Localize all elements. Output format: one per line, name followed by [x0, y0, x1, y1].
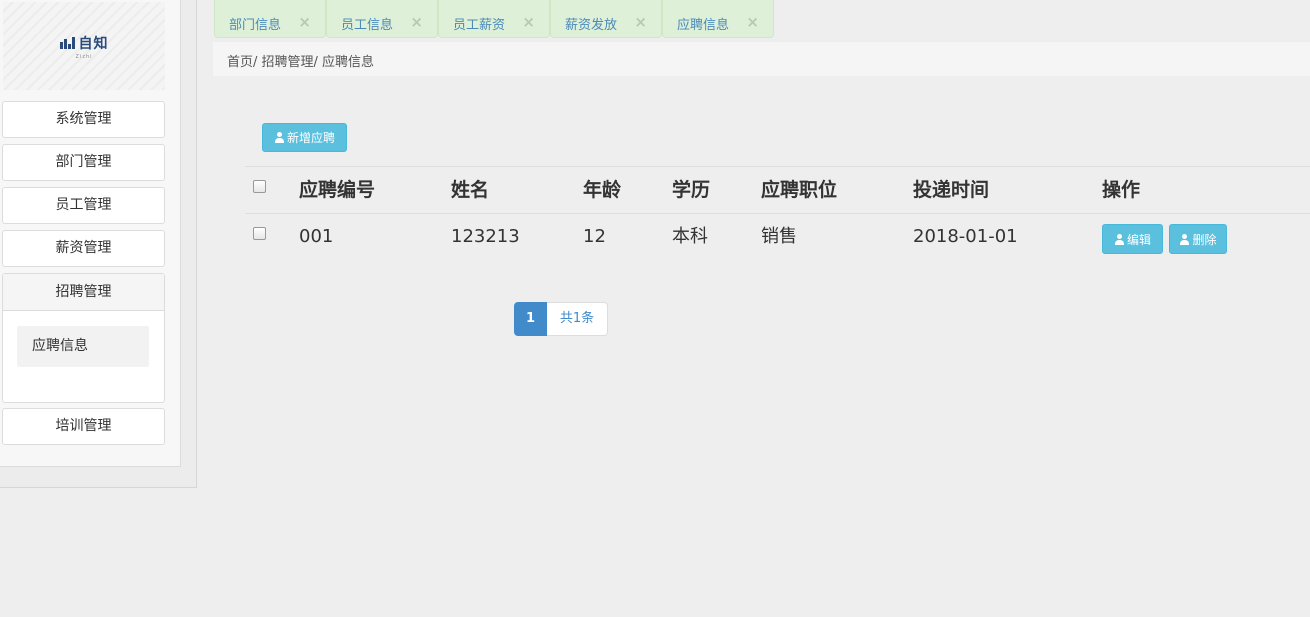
tab-employee-salary[interactable]: 员工薪资 × [438, 0, 550, 38]
cell-age: 12 [583, 226, 606, 247]
header-actions: 操作 [1102, 179, 1141, 201]
tab-applicant-info[interactable]: 应聘信息 × [662, 0, 774, 38]
cell-name: 123213 [451, 226, 520, 247]
tab-salary-payment[interactable]: 薪资发放 × [550, 0, 662, 38]
menu-item-system[interactable]: 系统管理 [2, 101, 165, 138]
close-icon[interactable]: × [410, 13, 423, 31]
tab-label: 应聘信息 [677, 18, 730, 33]
pagination: 1 共1条 [514, 302, 608, 336]
logo-mark: 自知 [59, 33, 109, 53]
tab-bar: 部门信息 × 员工信息 × 员工薪资 × 薪资发放 × 应聘信息 × [214, 0, 774, 38]
menu-item-salary[interactable]: 薪资管理 [2, 230, 165, 267]
menu-item-employee[interactable]: 员工管理 [2, 187, 165, 224]
tab-label: 薪资发放 [565, 18, 618, 33]
header-age: 年龄 [583, 179, 622, 201]
cell-position: 销售 [761, 226, 797, 247]
user-icon [274, 132, 285, 143]
menu-item-training[interactable]: 培训管理 [2, 408, 165, 445]
close-icon[interactable]: × [522, 13, 535, 31]
edit-label: 编辑 [1126, 232, 1151, 247]
tab-label: 员工信息 [341, 18, 394, 33]
tab-department-info[interactable]: 部门信息 × [214, 0, 326, 38]
cell-applicant-id: 001 [299, 226, 334, 247]
sidebar: 自知 Zizhi 系统管理 部门管理 员工管理 薪资管理 招聘管理 应聘信息 培… [0, 0, 181, 467]
logo-bars-icon [59, 36, 75, 49]
edit-button[interactable]: 编辑 [1102, 224, 1163, 254]
cell-submit-date: 2018-01-01 [913, 226, 1018, 247]
select-all-checkbox[interactable] [253, 180, 266, 193]
close-icon[interactable]: × [298, 13, 311, 31]
header-name: 姓名 [451, 179, 490, 201]
logo-subtitle: Zizhi [75, 53, 93, 60]
tab-label: 员工薪资 [453, 18, 506, 33]
applicant-table: 应聘编号 姓名 年龄 学历 应聘职位 投递时间 操作 001 123213 12… [245, 166, 1310, 262]
add-applicant-label: 新增应聘 [286, 131, 335, 145]
row-checkbox[interactable] [253, 227, 266, 240]
tab-employee-info[interactable]: 员工信息 × [326, 0, 438, 38]
header-submit-date: 投递时间 [913, 179, 990, 201]
add-applicant-button[interactable]: 新增应聘 [262, 123, 347, 152]
header-education: 学历 [672, 179, 711, 201]
user-icon [1114, 233, 1125, 245]
menu-item-recruitment[interactable]: 招聘管理 [3, 274, 164, 311]
menu-item-department[interactable]: 部门管理 [2, 144, 165, 181]
user-icon [1179, 233, 1190, 245]
close-icon[interactable]: × [634, 13, 647, 31]
submenu-item-applicant-info[interactable]: 应聘信息 [17, 326, 149, 367]
header-position: 应聘职位 [761, 179, 838, 201]
header-applicant-id: 应聘编号 [299, 179, 376, 201]
total-count: 共1条 [547, 302, 608, 336]
table-row: 001 123213 12 本科 销售 2018-01-01 编辑 删除 [245, 214, 1310, 262]
tab-label: 部门信息 [229, 18, 282, 33]
breadcrumb-bar: 首页/ 招聘管理/ 应聘信息 [213, 42, 1310, 76]
logo-text: 自知 [78, 35, 109, 52]
menu-group-recruitment: 招聘管理 应聘信息 [2, 273, 165, 403]
close-icon[interactable]: × [746, 13, 759, 31]
table-header-row: 应聘编号 姓名 年龄 学历 应聘职位 投递时间 操作 [245, 166, 1310, 214]
delete-label: 删除 [1192, 232, 1217, 247]
page-1-button[interactable]: 1 [514, 302, 547, 336]
sidebar-container: 自知 Zizhi 系统管理 部门管理 员工管理 薪资管理 招聘管理 应聘信息 培… [0, 0, 197, 488]
cell-education: 本科 [672, 226, 708, 247]
delete-button[interactable]: 删除 [1169, 224, 1227, 254]
breadcrumb: 首页/ 招聘管理/ 应聘信息 [227, 55, 375, 70]
logo: 自知 Zizhi [3, 2, 165, 90]
